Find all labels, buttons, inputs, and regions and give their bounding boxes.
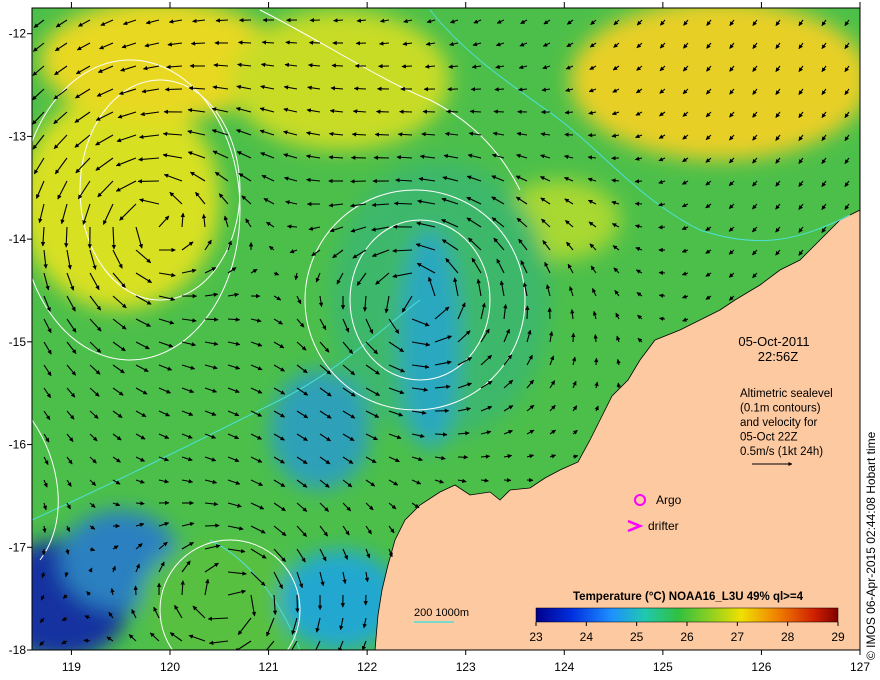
velocity-arrow — [469, 109, 482, 114]
lat-tick-label: -13 — [9, 129, 27, 143]
velocity-arrow — [564, 132, 574, 137]
velocity-arrow — [164, 87, 183, 92]
info-line: and velocity for — [740, 417, 818, 429]
colorbar-tick-label: 28 — [781, 630, 795, 644]
velocity-arrow — [422, 109, 436, 114]
colorbar-tick-label: 29 — [831, 630, 845, 644]
velocity-arrow — [593, 334, 598, 343]
velocity-arrow — [204, 523, 220, 528]
lat-tick-label: -14 — [9, 232, 27, 246]
velocity-arrow — [525, 305, 530, 320]
velocity-arrow — [571, 332, 576, 343]
latitude-axis: -12 -13 -14 -15 -16 -17 -18 — [9, 27, 32, 657]
lon-tick-label: 123 — [456, 660, 476, 674]
velocity-arrow — [215, 18, 229, 23]
velocity-arrow — [295, 594, 300, 613]
argo-label: Argo — [656, 493, 682, 507]
velocity-arrow — [634, 179, 643, 184]
velocity-arrow — [658, 270, 666, 276]
lon-tick-label: 124 — [554, 660, 574, 674]
info-line: Altimetric sealevel — [740, 388, 833, 400]
velocity-arrow — [658, 225, 666, 230]
velocity-arrow — [634, 201, 643, 206]
lat-tick-label: -18 — [9, 643, 27, 657]
velocity-arrow — [393, 201, 413, 206]
velocity-arrow — [350, 179, 367, 184]
velocity-arrow — [446, 109, 459, 114]
colorbar — [535, 607, 839, 623]
colorbar-tick-label: 27 — [731, 630, 745, 644]
lon-tick-label: 119 — [62, 660, 81, 674]
velocity-arrow — [135, 501, 145, 506]
velocity-arrow — [204, 317, 219, 322]
velocity-arrow — [493, 109, 505, 114]
velocity-arrow — [659, 316, 666, 321]
credit-text: © IMOS 06-Apr-2015 02:44:08 Hobart time — [864, 431, 878, 660]
info-line: (0.1m contours) — [740, 403, 821, 415]
velocity-arrow — [353, 86, 367, 91]
lat-tick-label: -12 — [9, 27, 27, 41]
velocity-arrow — [331, 63, 344, 68]
velocity-arrow — [494, 87, 505, 92]
velocity-arrow — [375, 109, 390, 114]
lon-tick-label: 121 — [259, 660, 279, 674]
velocity-arrow — [434, 432, 448, 437]
drifter-label: drifter — [648, 519, 679, 533]
colorbar-tick-label: 23 — [529, 630, 543, 644]
velocity-arrow — [374, 132, 390, 137]
lon-tick-label: 120 — [160, 660, 180, 674]
velocity-arrow — [333, 18, 344, 23]
lon-tick-label: 127 — [850, 660, 870, 674]
lat-tick-label: -17 — [9, 540, 27, 554]
colorbar-tick-label: 24 — [580, 630, 594, 644]
date-label: 05-Oct-2011 — [738, 334, 809, 349]
lon-tick-label: 126 — [751, 660, 771, 674]
colorbar-title: Temperature (°C) NOAA16_L3U 49% ql>=4 — [573, 591, 804, 603]
velocity-arrow — [238, 40, 252, 45]
lon-tick-label: 122 — [357, 660, 377, 674]
velocity-arrow — [133, 585, 138, 596]
colorbar-tick-label: 25 — [630, 630, 644, 644]
velocity-arrow — [401, 64, 413, 69]
lon-tick-label: 125 — [653, 660, 673, 674]
info-line: 0.5m/s (1kt 24h) — [740, 446, 823, 458]
lat-tick-label: -15 — [9, 335, 27, 349]
time-label: 22:56Z — [758, 349, 799, 364]
velocity-arrow — [285, 40, 298, 45]
info-line: 05-Oct 22Z — [740, 432, 798, 444]
lat-tick-label: -16 — [9, 438, 27, 452]
velocity-arrow — [190, 41, 206, 46]
velocity-arrow — [594, 357, 599, 366]
sst-map: 119 120 121 122 123 124 125 126 127 -12 -13 -14 -15… — [9, 2, 870, 674]
isobath-label: 200 1000m — [414, 607, 469, 619]
colorbar-tick-label: 26 — [680, 630, 694, 644]
velocity-arrow — [286, 224, 298, 229]
